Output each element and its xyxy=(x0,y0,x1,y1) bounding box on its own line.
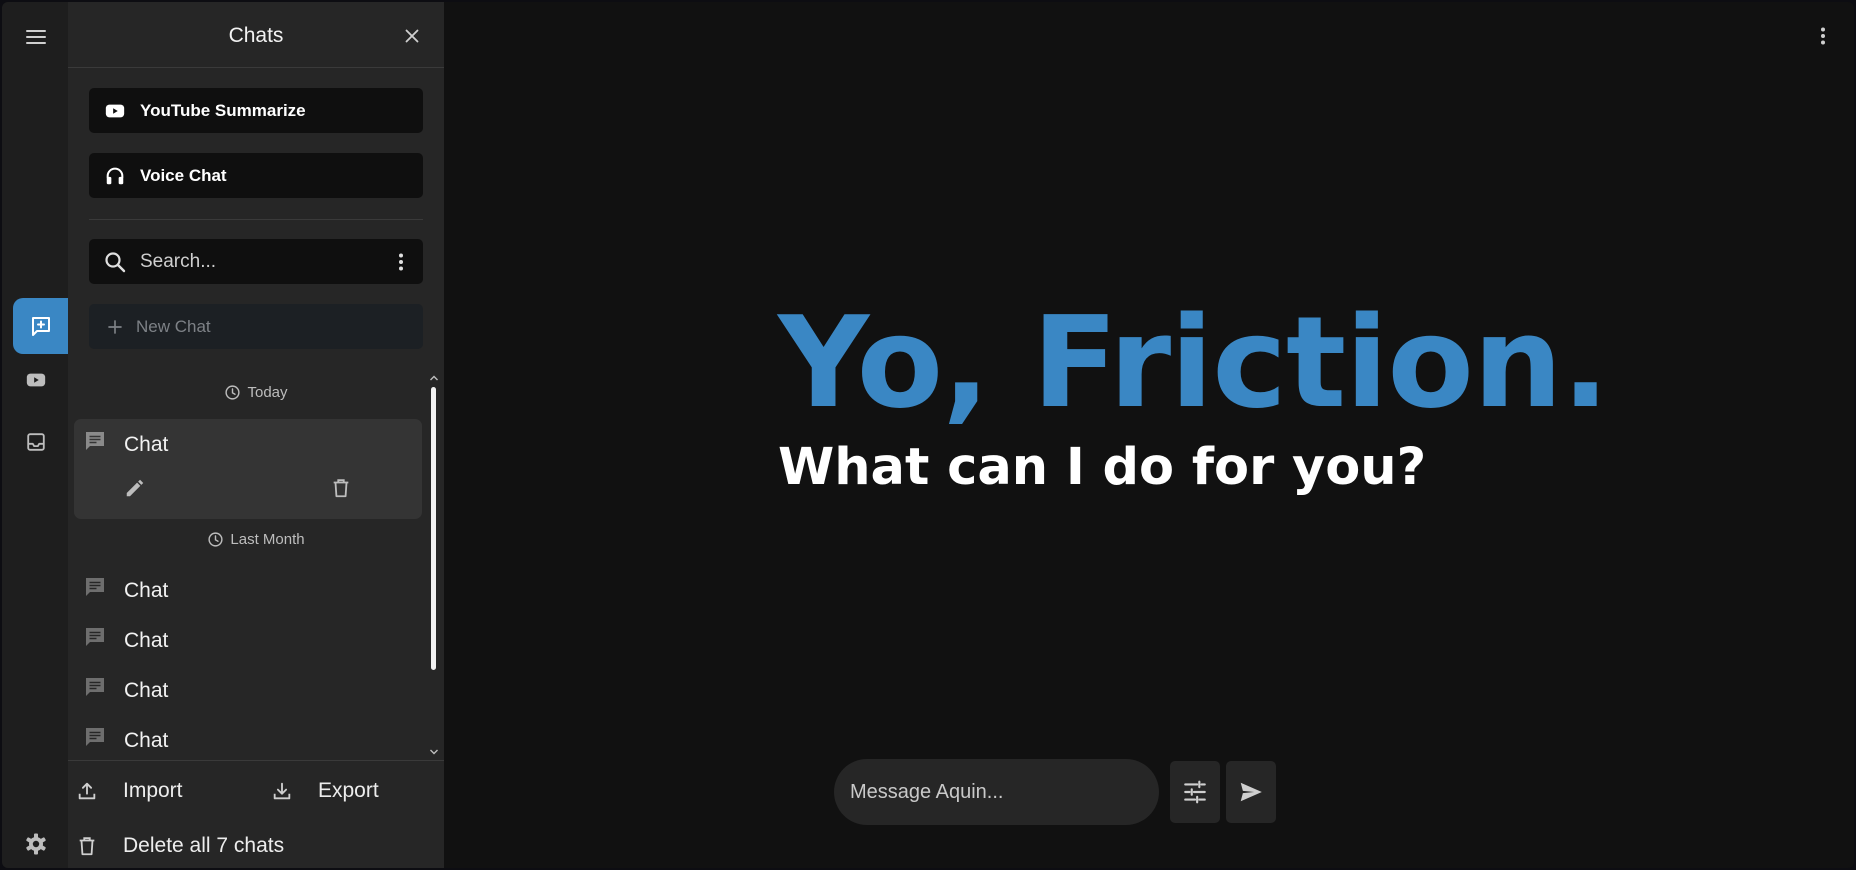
main-panel: Yo, Friction. What can I do for you? xyxy=(444,2,1854,868)
rail-inbox-button[interactable] xyxy=(14,420,58,464)
send-icon xyxy=(1240,782,1262,802)
new-chat-label: New Chat xyxy=(136,316,211,336)
delete-trash-icon[interactable] xyxy=(330,477,352,499)
chat-bubble-icon xyxy=(86,678,104,696)
settings-button[interactable] xyxy=(14,822,58,866)
chat-title: Chat xyxy=(124,729,169,752)
youtube-icon xyxy=(26,373,46,387)
export-button[interactable]: Export xyxy=(271,779,379,803)
delete-all-label: Delete all 7 chats xyxy=(123,834,285,857)
clock-icon xyxy=(225,385,241,400)
chat-bubble-icon xyxy=(86,432,104,450)
close-icon xyxy=(405,29,419,43)
chat-bubble-icon xyxy=(86,628,104,646)
search-input[interactable] xyxy=(140,239,370,284)
search-options-icon[interactable] xyxy=(389,250,413,274)
app-window: Chats YouTube Summarize Voice Chat Searc… xyxy=(2,2,1854,868)
drawer-title: Chats xyxy=(228,24,284,47)
scroll-down-arrow-icon[interactable] xyxy=(429,748,439,756)
settings-gear-icon xyxy=(26,833,46,855)
scroll-up-arrow-icon[interactable] xyxy=(429,374,439,382)
drawer-header: Chats xyxy=(68,2,444,68)
headset-icon xyxy=(104,165,126,187)
edit-pencil-icon[interactable] xyxy=(124,477,146,499)
trash-icon xyxy=(79,837,95,856)
group-label-text: Today xyxy=(247,384,288,401)
import-button[interactable]: Import xyxy=(76,779,183,803)
icon-rail xyxy=(2,2,69,868)
chat-title: Chat xyxy=(124,629,169,652)
more-options-button[interactable] xyxy=(1811,24,1835,48)
message-input[interactable] xyxy=(850,759,1145,825)
import-label: Import xyxy=(123,779,183,802)
chat-list-item[interactable]: Chat xyxy=(74,665,422,715)
clock-icon xyxy=(208,532,223,547)
group-label-today: Today xyxy=(68,384,444,401)
youtube-summarize-label: YouTube Summarize xyxy=(140,100,306,120)
greeting-subtitle: What can I do for you? xyxy=(778,438,1427,497)
hamburger-menu-icon xyxy=(26,30,46,44)
youtube-summarize-button[interactable]: YouTube Summarize xyxy=(89,88,423,133)
greeting-heading: Yo, Friction. xyxy=(778,289,1610,436)
chat-title: Chat xyxy=(124,433,169,456)
chat-list-item[interactable]: Chat xyxy=(74,615,422,665)
model-settings-button[interactable] xyxy=(1170,761,1220,823)
chat-list-item[interactable]: Chat xyxy=(74,565,422,615)
rail-youtube-button[interactable] xyxy=(14,358,58,402)
voice-chat-button[interactable]: Voice Chat xyxy=(89,153,423,198)
send-button[interactable] xyxy=(1226,761,1276,823)
chat-search xyxy=(89,239,423,284)
chat-bubble-icon xyxy=(86,578,104,596)
close-drawer-button[interactable] xyxy=(401,25,423,47)
chat-list-item[interactable]: Chat xyxy=(74,715,422,760)
chat-list-item[interactable]: Chat xyxy=(74,419,422,519)
group-label-last-month: Last Month xyxy=(68,531,444,548)
chat-title: Chat xyxy=(124,579,169,602)
export-label: Export xyxy=(318,779,379,802)
rail-chats-button[interactable] xyxy=(13,298,69,354)
drawer-bottom-divider xyxy=(68,760,444,761)
chat-title: Chat xyxy=(124,679,169,702)
upload-icon xyxy=(78,782,96,800)
youtube-icon xyxy=(104,100,126,122)
group-label-text: Last Month xyxy=(230,531,305,548)
drawer-divider xyxy=(89,219,423,220)
more-vertical-icon xyxy=(1821,27,1825,45)
tune-sliders-icon xyxy=(1184,780,1206,804)
chat-list[interactable]: Today Chat Last Month Chat Chat Chat Cha… xyxy=(68,372,444,760)
delete-all-chats-button[interactable]: Delete all 7 chats xyxy=(76,834,284,858)
chats-drawer: Chats YouTube Summarize Voice Chat Searc… xyxy=(68,2,444,868)
chat-bubble-icon xyxy=(86,728,104,746)
hamburger-menu-button[interactable] xyxy=(14,15,58,59)
voice-chat-label: Voice Chat xyxy=(140,165,227,185)
new-chat-button[interactable]: New Chat xyxy=(89,304,423,349)
search-icon xyxy=(105,252,126,273)
inbox-icon xyxy=(27,433,45,451)
new-chat-icon xyxy=(32,317,50,336)
download-icon xyxy=(273,782,291,800)
message-composer xyxy=(834,759,1159,825)
scrollbar-thumb[interactable] xyxy=(431,387,436,670)
plus-icon xyxy=(108,319,122,334)
